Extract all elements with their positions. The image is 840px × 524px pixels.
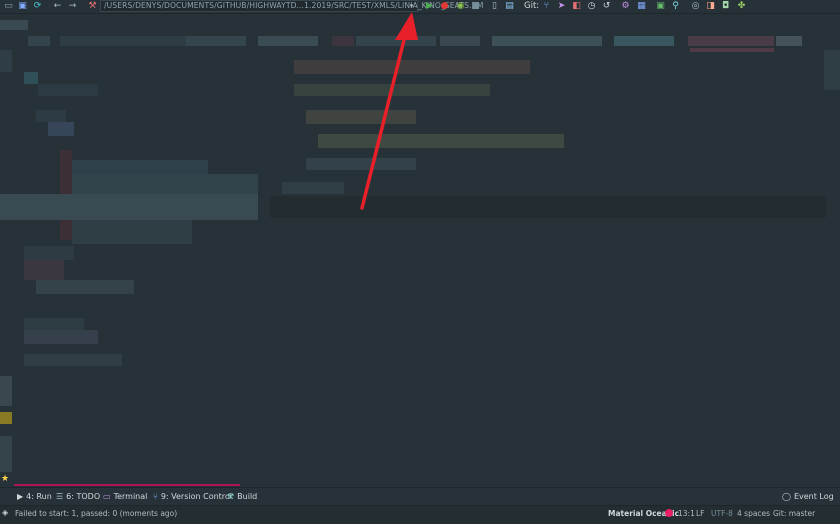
- annotation-arrow: [360, 12, 418, 210]
